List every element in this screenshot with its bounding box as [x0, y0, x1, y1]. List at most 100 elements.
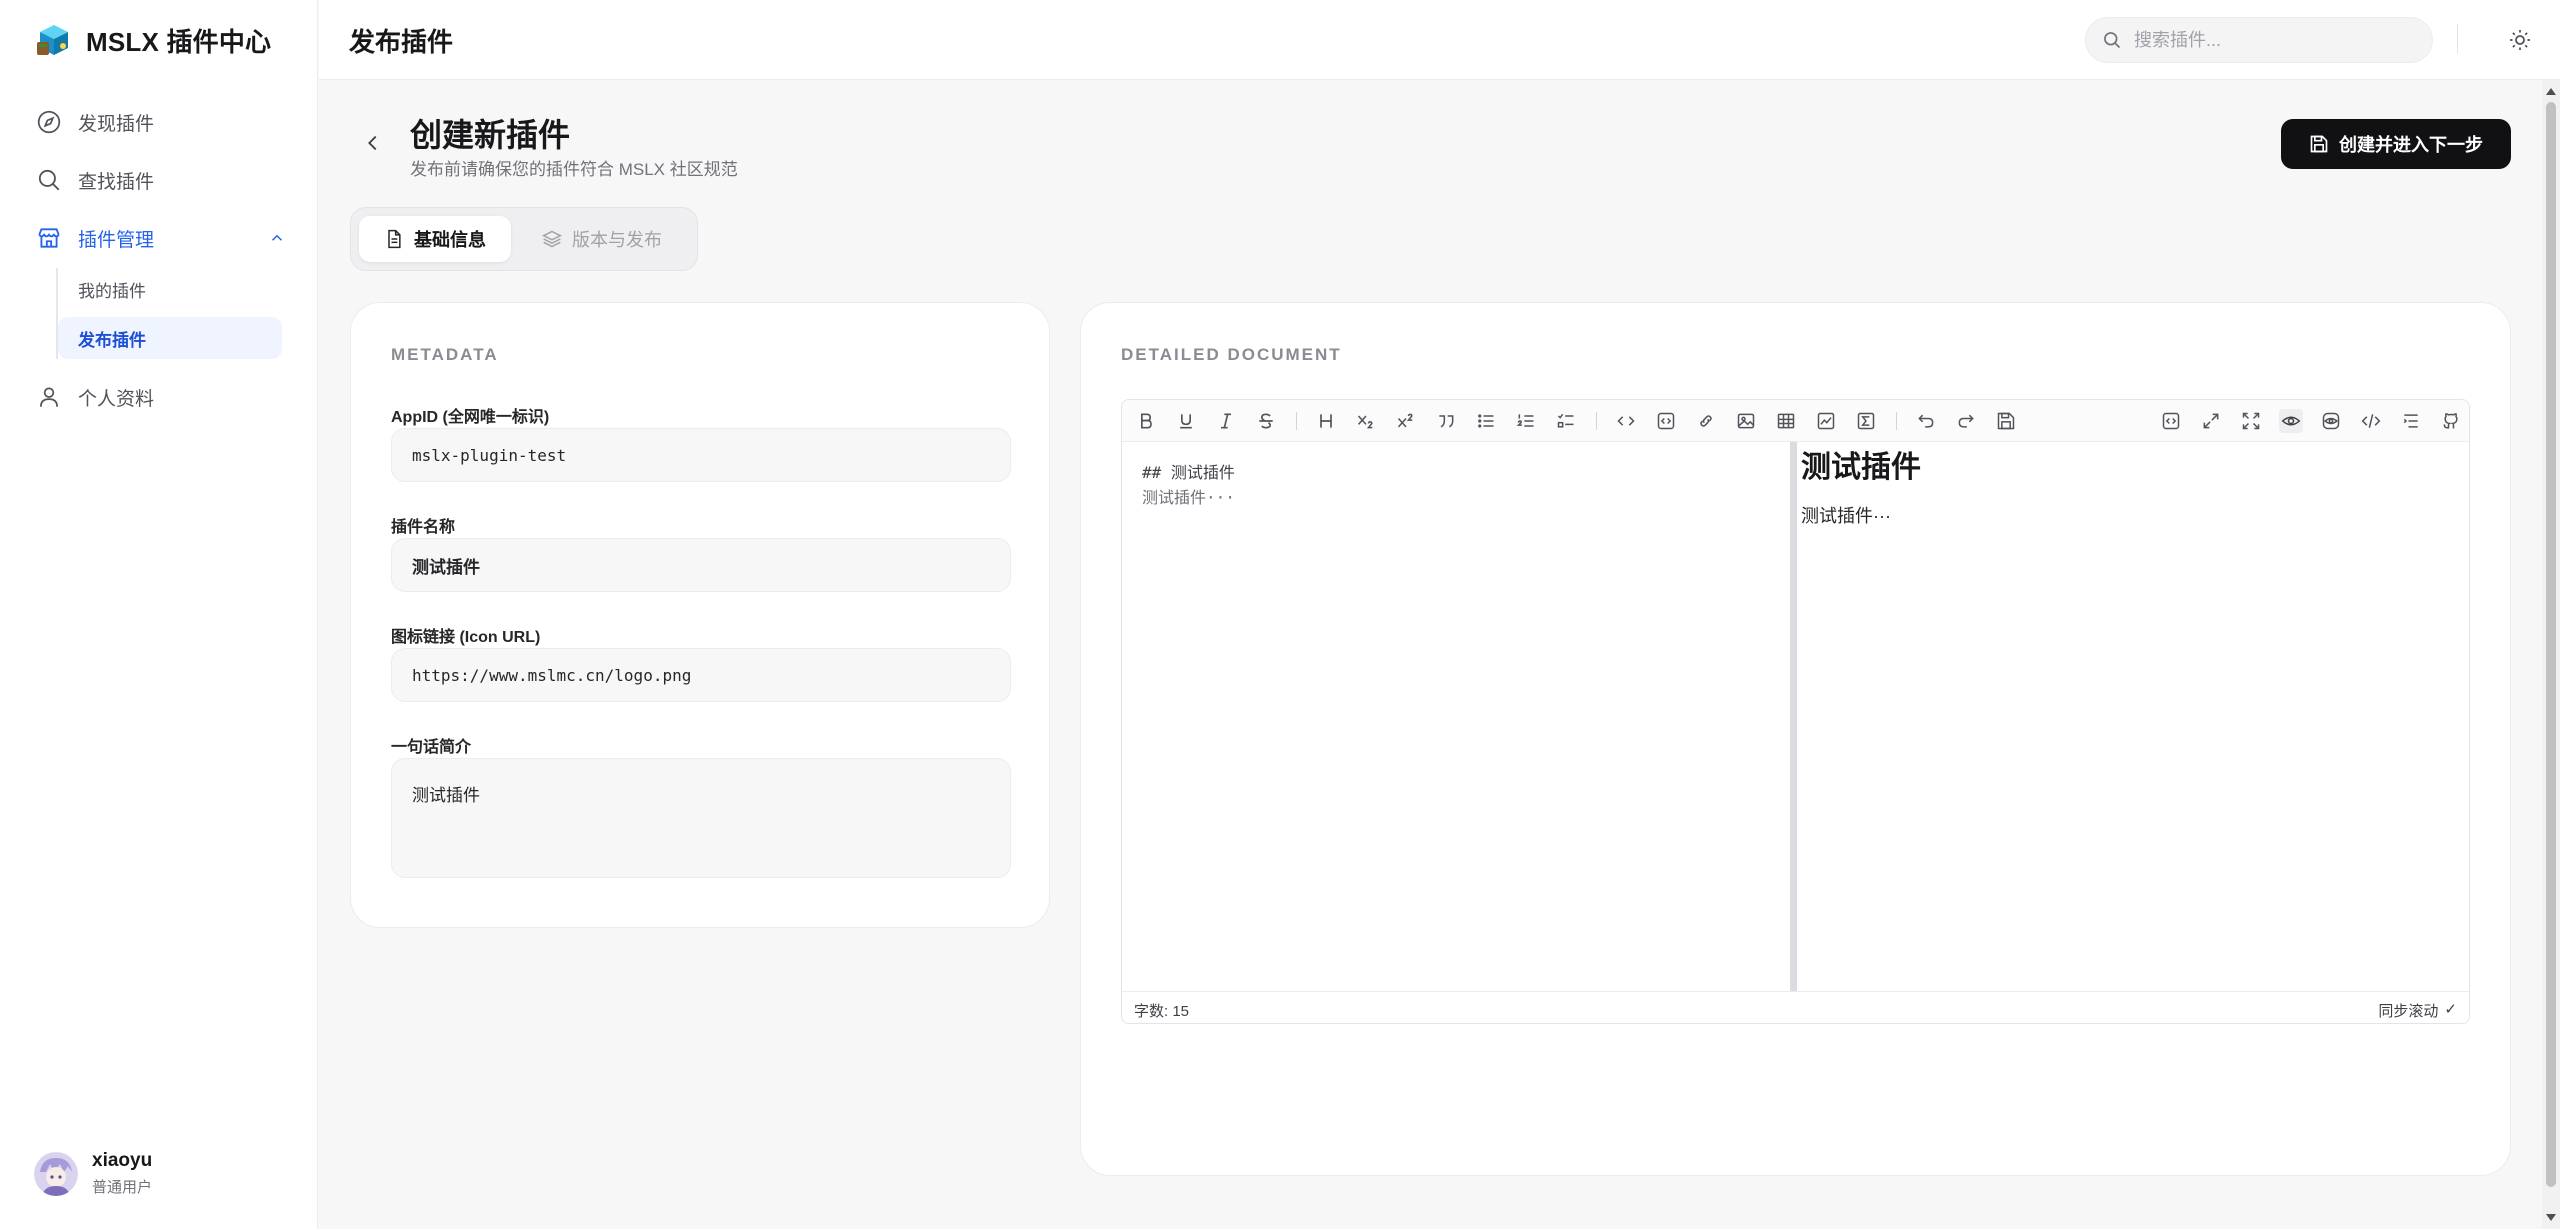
sidebar-item-label: 插件管理	[78, 229, 155, 251]
save-draft-button[interactable]	[1994, 409, 2018, 433]
back-button[interactable]	[358, 128, 388, 158]
sidebar-subnav: 我的插件 发布插件	[56, 268, 298, 359]
bold-button[interactable]	[1134, 409, 1158, 433]
topbar: 发布插件	[319, 0, 2560, 80]
pane-splitter[interactable]	[1790, 442, 1797, 992]
preview-toggle-button[interactable]	[2279, 409, 2303, 433]
tab-version-release[interactable]: 版本与发布	[521, 216, 683, 262]
subscript-icon	[1357, 415, 1373, 429]
document-icon	[388, 229, 401, 249]
markdown-editor: ## 测试插件 测试插件··· 测试插件 测试插件··· 字数: 15 同步滚动…	[1121, 399, 2470, 1024]
expand-icon	[2203, 413, 2219, 429]
tab-basic-info[interactable]: 基础信息	[359, 216, 511, 262]
summary-textarea[interactable]: 测试插件	[391, 758, 1011, 878]
source-code-button[interactable]	[2359, 409, 2383, 433]
search-icon	[2104, 32, 2121, 49]
eye-icon	[2281, 416, 2301, 426]
appid-label: AppID (全网唯一标识)	[391, 409, 550, 426]
github-button[interactable]	[2439, 409, 2463, 433]
scroll-thumb[interactable]	[2546, 102, 2556, 1187]
sidebar-item-plugin-management[interactable]: 插件管理	[36, 212, 298, 264]
fullscreen-button[interactable]	[2199, 409, 2223, 433]
search-box[interactable]	[2085, 17, 2433, 63]
summary-label: 一句话简介	[391, 739, 472, 756]
undo-button[interactable]	[1914, 409, 1938, 433]
sidebar-item-my-plugins[interactable]: 我的插件	[58, 268, 298, 310]
toolbar-divider	[1896, 412, 1897, 430]
step-tabs: 基础信息 版本与发布	[350, 207, 698, 271]
html-preview-button[interactable]	[2319, 409, 2343, 433]
subscript-button[interactable]	[1354, 409, 1378, 433]
compass-icon	[37, 110, 61, 134]
table-icon	[1777, 413, 1795, 429]
page-scrollbar[interactable]	[2542, 80, 2560, 1229]
unordered-list-icon	[1478, 414, 1494, 428]
superscript-button[interactable]	[1394, 409, 1418, 433]
plugin-name-input[interactable]: 测试插件	[391, 538, 1011, 592]
chart-button[interactable]	[1814, 409, 1838, 433]
heading-button[interactable]	[1314, 409, 1338, 433]
link-icon	[1700, 415, 1712, 427]
link-button[interactable]	[1694, 409, 1718, 433]
preview-heading: 测试插件	[1801, 451, 1921, 484]
code-block-icon	[2162, 412, 2180, 430]
image-button[interactable]	[1734, 409, 1758, 433]
fullscreen-icon	[2242, 412, 2260, 430]
markdown-preview-pane: 测试插件 测试插件···	[1797, 442, 2469, 992]
cube-logo-icon	[37, 25, 68, 55]
chevron-up-icon[interactable]	[268, 229, 286, 247]
redo-icon	[1958, 414, 1974, 428]
sidebar-item-search[interactable]: 查找插件	[36, 154, 298, 206]
avatar	[34, 1151, 78, 1196]
search-input[interactable]	[2134, 29, 2414, 51]
scroll-down-arrow[interactable]	[2546, 1214, 2556, 1221]
superscript-icon	[1397, 413, 1413, 428]
user-profile[interactable]: xiaoyu 普通用户	[34, 1150, 152, 1197]
preview-only-button[interactable]	[2159, 409, 2183, 433]
save-icon	[2310, 135, 2328, 153]
italic-icon	[1221, 413, 1231, 429]
quote-button[interactable]	[1434, 409, 1458, 433]
sidebar-item-discover[interactable]: 发现插件	[36, 96, 298, 148]
image-icon	[1737, 413, 1755, 429]
underline-button[interactable]	[1174, 409, 1198, 433]
sync-scroll-label: 同步滚动	[2378, 1003, 2439, 1020]
sidebar-nav: 发现插件 查找插件 插件管理 我的插件 发布插件 个人资料	[36, 96, 298, 429]
brand[interactable]: MSLX 插件中心	[36, 20, 271, 60]
formula-button[interactable]	[1854, 409, 1878, 433]
source-line: ## 测试插件	[1142, 463, 1235, 482]
appid-input[interactable]: mslx-plugin-test	[391, 428, 1011, 482]
create-and-next-button[interactable]: 创建并进入下一步	[2281, 119, 2511, 169]
preview-paragraph: 测试插件···	[1801, 506, 1891, 526]
check-icon: ✓	[2444, 1001, 2457, 1018]
task-list-icon	[1557, 413, 1574, 428]
sidebar-item-publish-plugin[interactable]: 发布插件	[58, 317, 282, 359]
form-title: 创建新插件	[410, 117, 571, 153]
inline-code-button[interactable]	[1614, 409, 1638, 433]
search-icon	[38, 169, 60, 191]
italic-button[interactable]	[1214, 409, 1238, 433]
brand-title: MSLX 插件中心	[86, 26, 272, 57]
ordered-list-button[interactable]	[1514, 409, 1538, 433]
chevron-left-icon	[368, 135, 377, 151]
icon-url-input[interactable]: https://www.mslmc.cn/logo.png	[391, 648, 1011, 702]
code-block-button[interactable]	[1654, 409, 1678, 433]
metadata-card: METADATA AppID (全网唯一标识) mslx-plugin-test…	[350, 302, 1050, 928]
markdown-source-pane[interactable]: ## 测试插件 测试插件···	[1122, 442, 1790, 992]
sync-scroll-toggle[interactable]: 同步滚动 ✓	[2378, 1000, 2457, 1021]
strikethrough-button[interactable]	[1254, 409, 1278, 433]
unordered-list-button[interactable]	[1474, 409, 1498, 433]
scroll-up-arrow[interactable]	[2546, 88, 2556, 95]
redo-button[interactable]	[1954, 409, 1978, 433]
document-section-label: DETAILED DOCUMENT	[1121, 345, 1342, 364]
task-list-button[interactable]	[1554, 409, 1578, 433]
bold-icon	[1141, 413, 1152, 429]
theme-toggle-button[interactable]	[2503, 23, 2537, 57]
page-fullscreen-button[interactable]	[2239, 409, 2263, 433]
table-button[interactable]	[1774, 409, 1798, 433]
chart-icon	[1817, 412, 1835, 430]
catalog-button[interactable]	[2399, 409, 2423, 433]
editor-toolbar	[1122, 400, 2469, 442]
sidebar-item-profile[interactable]: 个人资料	[36, 371, 298, 423]
sidebar-item-label: 发现插件	[78, 113, 155, 135]
